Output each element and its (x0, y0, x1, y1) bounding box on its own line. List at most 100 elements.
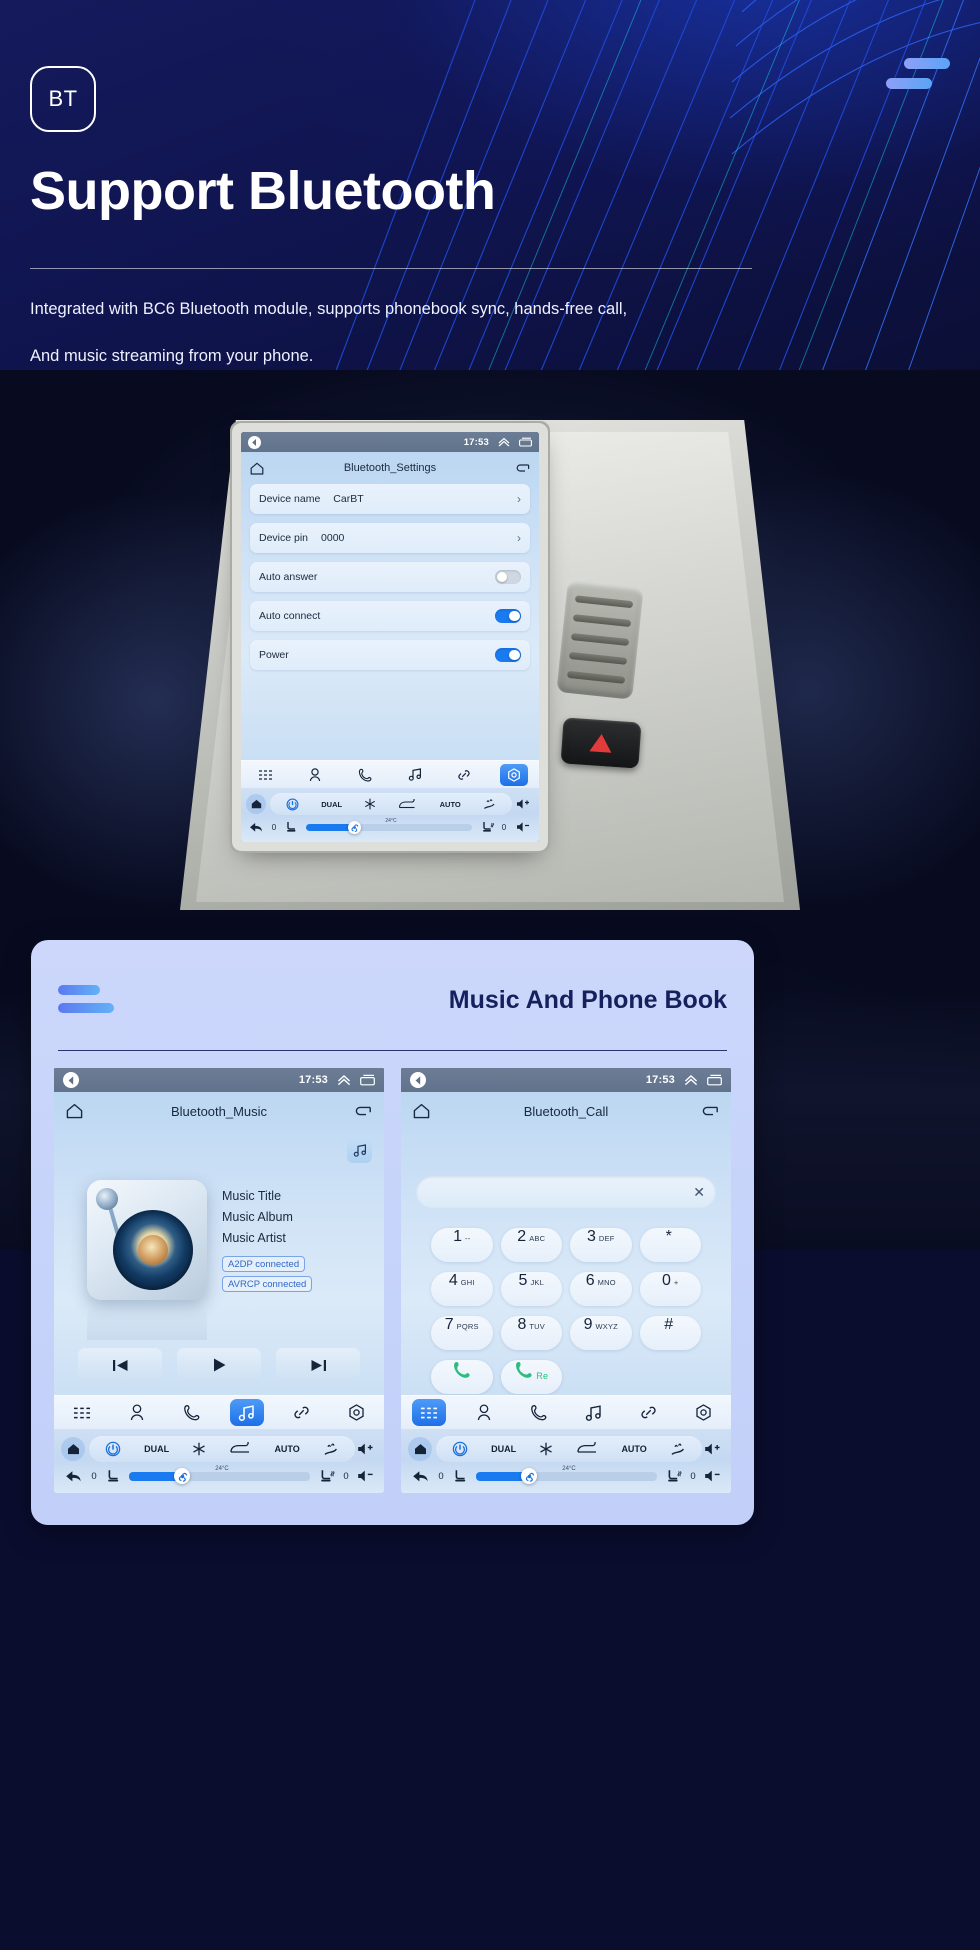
apps-icon[interactable] (252, 764, 280, 786)
defrost-icon[interactable] (323, 1442, 339, 1456)
music-icon[interactable] (229, 1399, 264, 1426)
dual-label[interactable]: DUAL (491, 1444, 516, 1454)
snowflake-icon[interactable] (364, 798, 376, 810)
volume-up-icon[interactable] (512, 798, 534, 810)
power-icon[interactable] (105, 1441, 121, 1457)
link-icon[interactable] (285, 1399, 319, 1426)
recirculate-icon[interactable] (576, 1442, 599, 1455)
table-row[interactable]: Auto answer (250, 562, 530, 592)
music-icon[interactable] (577, 1399, 611, 1426)
clear-icon[interactable]: ✕ (693, 1184, 705, 1201)
contacts-icon[interactable] (467, 1399, 501, 1426)
back-arrow-icon[interactable] (248, 435, 261, 449)
head-unit-screen-call[interactable]: 17:53 Bluetooth_Call ✕ 1 -- 2 ABC 3 DEF … (401, 1068, 731, 1493)
dial-key[interactable]: * (639, 1228, 701, 1262)
next-track-icon[interactable] (276, 1348, 360, 1382)
return-icon[interactable] (516, 463, 530, 474)
phone-number-input[interactable]: ✕ (416, 1176, 716, 1208)
auto-label[interactable]: AUTO (440, 800, 461, 809)
link-icon[interactable] (450, 764, 478, 786)
chevron-up-icon[interactable] (498, 437, 510, 447)
recirculate-icon[interactable] (229, 1442, 252, 1455)
volume-up-icon[interactable] (702, 1442, 724, 1456)
table-row[interactable]: Auto connect (250, 601, 530, 631)
home-icon[interactable] (66, 1103, 83, 1119)
home-button[interactable] (246, 794, 266, 814)
apps-icon[interactable] (65, 1399, 99, 1426)
slider-knob[interactable] (174, 1468, 191, 1484)
slider-knob[interactable] (347, 820, 361, 834)
table-row[interactable]: Power (250, 640, 530, 670)
previous-track-icon[interactable] (78, 1348, 162, 1382)
fan-speed-slider[interactable] (476, 1468, 657, 1484)
dial-key[interactable]: 8 TUV (500, 1316, 562, 1350)
table-row[interactable]: Device pin 0000 › (250, 523, 530, 553)
link-icon[interactable] (632, 1399, 666, 1426)
apps-icon[interactable] (411, 1399, 446, 1426)
home-icon[interactable] (250, 462, 264, 475)
settings-icon[interactable] (687, 1399, 721, 1426)
music-icon[interactable] (401, 764, 429, 786)
dial-key[interactable]: 3 DEF (570, 1228, 632, 1262)
slider-knob[interactable] (521, 1468, 538, 1484)
chevron-up-icon[interactable] (684, 1074, 698, 1086)
phone-icon[interactable] (522, 1399, 556, 1426)
auto-label[interactable]: AUTO (274, 1444, 299, 1454)
return-icon[interactable] (355, 1105, 372, 1118)
dial-key[interactable]: 1 -- (431, 1228, 493, 1262)
volume-up-icon[interactable] (355, 1442, 377, 1456)
back-arrow-icon[interactable] (410, 1072, 426, 1088)
redial-button[interactable]: Re (500, 1360, 562, 1394)
back-arrow-icon[interactable] (63, 1072, 79, 1088)
phone-icon[interactable] (351, 764, 379, 786)
dial-key[interactable]: 7 PQRS (431, 1316, 493, 1350)
play-icon[interactable] (177, 1348, 261, 1382)
dial-key[interactable]: # (639, 1316, 701, 1350)
volume-down-icon[interactable] (702, 1469, 724, 1483)
dual-label[interactable]: DUAL (144, 1444, 169, 1454)
back-button[interactable] (408, 1470, 432, 1483)
volume-down-icon[interactable] (512, 821, 534, 833)
call-button[interactable] (431, 1360, 493, 1394)
defrost-icon[interactable] (670, 1442, 686, 1456)
home-icon[interactable] (413, 1103, 430, 1119)
head-unit-screen-music[interactable]: 17:53 Bluetooth_Music Music Title Music … (54, 1068, 384, 1493)
power-icon[interactable] (452, 1441, 468, 1457)
home-button[interactable] (61, 1436, 85, 1461)
contacts-icon[interactable] (301, 764, 329, 786)
snowflake-icon[interactable] (192, 1442, 206, 1456)
fan-speed-slider[interactable] (129, 1468, 310, 1484)
auto-answer-toggle[interactable] (495, 570, 521, 584)
back-button[interactable] (61, 1470, 85, 1483)
table-row[interactable]: Device name CarBT › (250, 484, 530, 514)
settings-icon[interactable] (500, 763, 529, 786)
chevron-up-icon[interactable] (337, 1074, 351, 1086)
power-toggle[interactable] (495, 648, 521, 662)
recents-icon[interactable] (519, 437, 532, 447)
dial-key[interactable]: 5 JKL (500, 1272, 562, 1306)
auto-label[interactable]: AUTO (621, 1444, 646, 1454)
dial-key[interactable]: 9 WXYZ (570, 1316, 632, 1350)
music-note-icon[interactable] (347, 1138, 372, 1163)
back-button[interactable] (246, 822, 266, 833)
fan-speed-slider[interactable] (306, 820, 472, 834)
hazard-lights-button[interactable] (560, 717, 642, 769)
dial-key[interactable]: 6 MNO (570, 1272, 632, 1306)
dial-key[interactable]: 4 GHI (431, 1272, 493, 1306)
defrost-icon[interactable] (483, 798, 496, 810)
settings-icon[interactable] (340, 1399, 374, 1426)
return-icon[interactable] (702, 1105, 719, 1118)
dual-label[interactable]: DUAL (321, 800, 342, 809)
phone-icon[interactable] (175, 1399, 209, 1426)
head-unit-screen-settings[interactable]: 17:53 Bluetooth_Settings Device name Car… (241, 432, 539, 842)
recents-icon[interactable] (707, 1074, 722, 1086)
power-icon[interactable] (286, 798, 299, 811)
recirculate-icon[interactable] (398, 798, 417, 810)
home-button[interactable] (408, 1436, 432, 1461)
recents-icon[interactable] (360, 1074, 375, 1086)
auto-connect-toggle[interactable] (495, 609, 521, 623)
snowflake-icon[interactable] (539, 1442, 553, 1456)
volume-down-icon[interactable] (355, 1469, 377, 1483)
contacts-icon[interactable] (120, 1399, 154, 1426)
dial-key[interactable]: 0 + (639, 1272, 701, 1306)
